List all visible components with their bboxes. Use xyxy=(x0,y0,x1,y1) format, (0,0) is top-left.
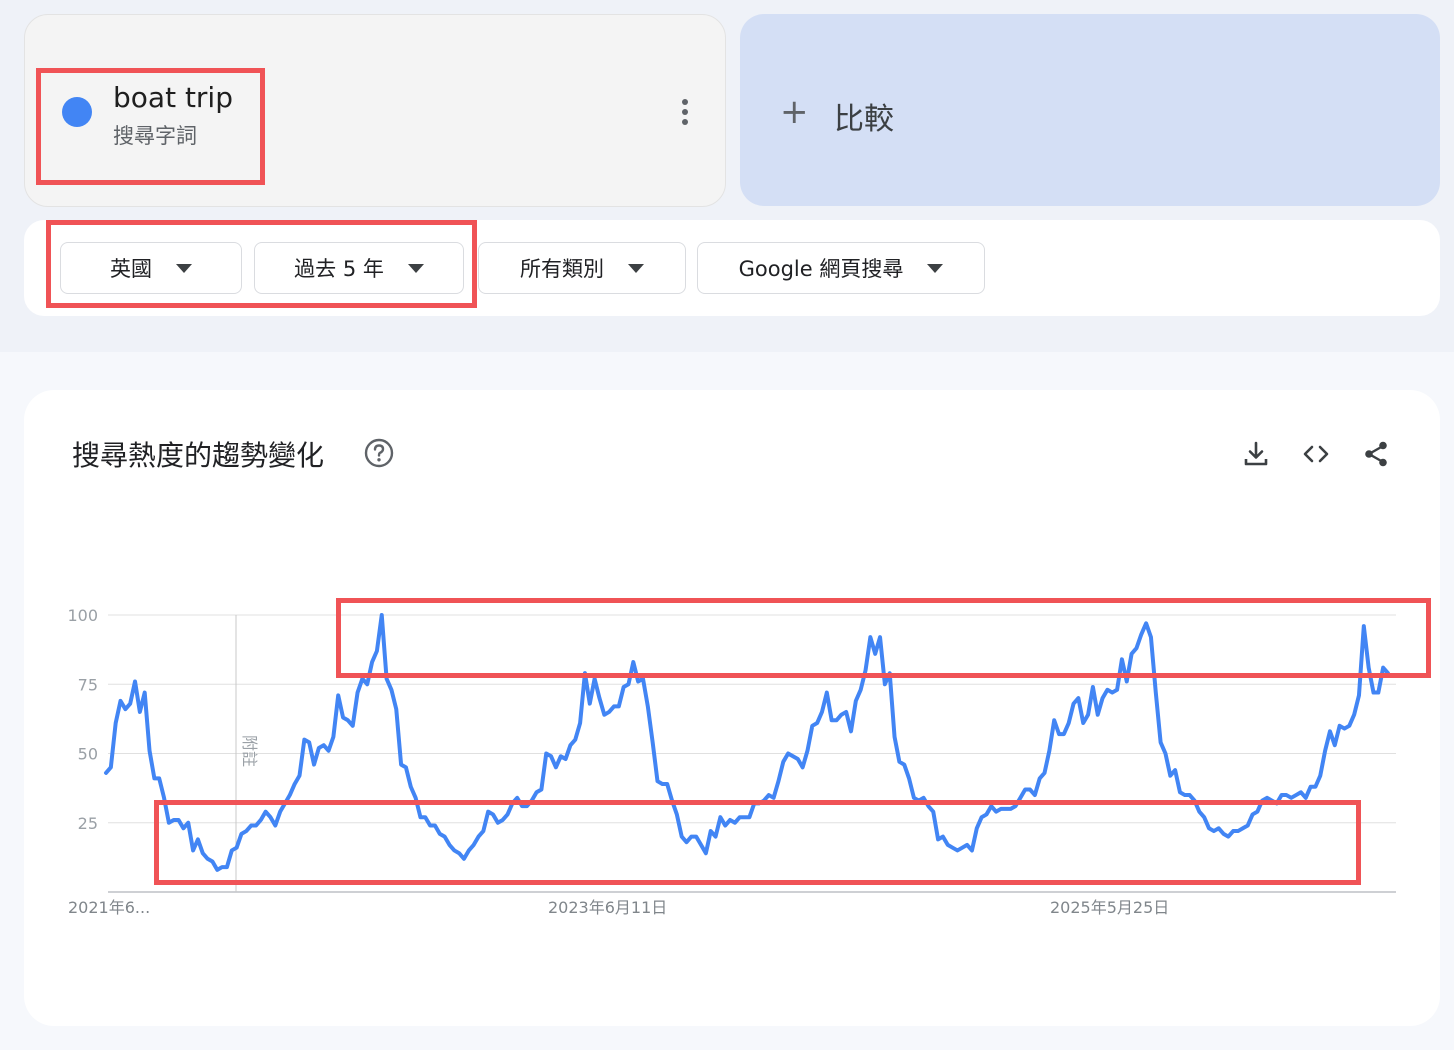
y-tick-label: 50 xyxy=(78,745,98,764)
search-term-card[interactable]: boat trip 搜尋字詞 xyxy=(24,14,726,207)
search-term-type: 搜尋字詞 xyxy=(113,124,197,148)
region-dropdown[interactable]: 英國 xyxy=(60,242,242,294)
x-tick-label: 2025年5月25日 xyxy=(1050,898,1169,917)
more-options-icon[interactable] xyxy=(670,95,700,129)
category-dropdown-label: 所有類別 xyxy=(520,257,604,281)
x-tick-label: 2021年6... xyxy=(68,898,150,917)
compare-label: 比較 xyxy=(834,102,894,137)
annotation-label: 附註 xyxy=(240,735,259,767)
interest-over-time-chart: 25 50 75 100 附註 2021年6... 2023年6月11日 2025年5月25日 xyxy=(67,606,1396,917)
search-type-dropdown-label: Google 網頁搜尋 xyxy=(738,257,904,281)
add-icon: + xyxy=(780,92,809,132)
filter-bar: 英國 過去 5 年 所有類別 Google 網頁搜尋 xyxy=(24,220,1440,316)
series-color-dot xyxy=(62,97,92,127)
dropdown-arrow-icon xyxy=(927,263,944,273)
search-term-name[interactable]: boat trip xyxy=(113,81,233,114)
series-line xyxy=(104,613,1390,872)
dropdown-arrow-icon xyxy=(628,263,644,273)
compare-button[interactable]: + 比較 xyxy=(740,14,1440,206)
dropdown-arrow-icon xyxy=(176,263,192,273)
y-tick-label: 100 xyxy=(67,606,98,625)
search-type-dropdown[interactable]: Google 網頁搜尋 xyxy=(697,242,985,294)
y-tick-label: 25 xyxy=(78,814,98,833)
y-tick-label: 75 xyxy=(78,675,98,694)
category-dropdown[interactable]: 所有類別 xyxy=(478,242,686,294)
interest-over-time-card: 搜尋熱度的趨勢變化 25 50 75 100 附註 2021年6... 2023年6月11日… xyxy=(24,390,1440,1026)
region-dropdown-label: 英國 xyxy=(110,257,152,281)
time-range-dropdown[interactable]: 過去 5 年 xyxy=(254,242,464,294)
dropdown-arrow-icon xyxy=(407,263,424,273)
x-tick-label: 2023年6月11日 xyxy=(548,898,667,917)
time-range-dropdown-label: 過去 5 年 xyxy=(294,257,384,281)
